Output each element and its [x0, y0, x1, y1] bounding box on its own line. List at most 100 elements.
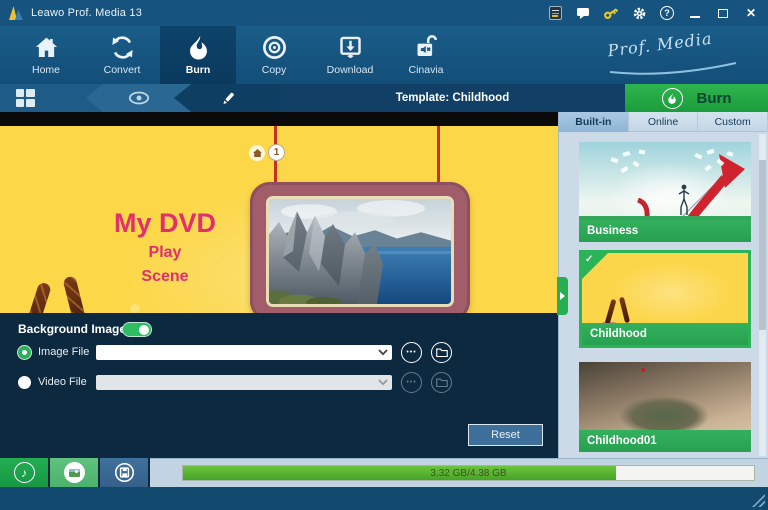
folder-icon [436, 347, 448, 357]
template-thumb-childhood01[interactable]: Childhood01 [579, 362, 751, 452]
background-image-button[interactable] [50, 458, 98, 487]
brand-swoosh [608, 62, 738, 76]
dvd-menu-scene-button[interactable]: Scene [75, 268, 255, 286]
tab-built-in[interactable]: Built-in [559, 112, 629, 132]
template-name: Childhood01 [579, 430, 751, 452]
image-file-input[interactable] [96, 345, 392, 360]
home-icon [33, 34, 60, 61]
template-thumb-childhood-selected[interactable]: ✓ Childhood [579, 250, 751, 348]
nav-label: Home [32, 64, 60, 76]
thumb-art-figure [677, 184, 691, 218]
tab-online[interactable]: Online [629, 112, 699, 132]
image-icon [64, 462, 85, 483]
nav-item-download[interactable]: Download [312, 26, 388, 84]
image-open-folder-button[interactable] [431, 342, 452, 363]
close-icon[interactable]: ✕ [742, 5, 760, 21]
dvd-menu-title[interactable]: My DVD [75, 208, 255, 239]
template-name-label: Template: Childhood [396, 92, 510, 104]
nav-item-cinavia[interactable]: Cinavia [388, 26, 464, 84]
main-navbar: Home Convert Burn Copy Download Cinavia … [0, 26, 768, 84]
template-thumb-business[interactable]: Business [579, 142, 751, 242]
reset-button[interactable]: Reset [468, 424, 543, 446]
nav-item-convert[interactable]: Convert [84, 26, 160, 84]
video-open-folder-button[interactable] [431, 372, 452, 393]
nav-item-copy[interactable]: Copy [236, 26, 312, 84]
folder-icon [436, 377, 448, 387]
image-file-label[interactable]: Image File [38, 346, 93, 358]
home-menu-badge[interactable] [249, 145, 265, 161]
nav-label: Convert [104, 64, 141, 76]
image-file-radio[interactable] [18, 346, 31, 359]
sidebar-collapse-arrow[interactable] [557, 277, 568, 315]
video-browse-ellipsis-button[interactable]: ••• [401, 372, 422, 393]
template-band: Template: Childhood [280, 84, 625, 112]
video-file-label[interactable]: Video File [38, 376, 93, 388]
dvd-menu-play-button[interactable]: Play [75, 244, 255, 262]
template-tabbar: Built-in Online Custom [559, 112, 768, 132]
background-image-title: Background Image [18, 322, 126, 336]
image-file-combobox[interactable] [96, 345, 392, 360]
pencil-icon [220, 90, 237, 107]
disc-capacity-text: 3.32 GB/4.38 GB [183, 466, 754, 480]
templates-grid-icon[interactable] [16, 89, 35, 107]
copy-disc-icon [261, 34, 288, 61]
video-thumbnail-photo [266, 196, 454, 307]
home-badge-icon [253, 149, 262, 157]
frame-string-right [437, 126, 440, 186]
edit-mode-button[interactable] [174, 84, 282, 112]
cinavia-lock-icon [413, 34, 440, 61]
brand-script-text: Prof. Media [589, 27, 730, 63]
sidebar-scrollbar-track[interactable] [759, 134, 766, 456]
content-area: 1 My DVD Play Scene Background Image Ima… [0, 112, 768, 458]
image-browse-ellipsis-button[interactable]: ••• [401, 342, 422, 363]
nav-item-home[interactable]: Home [8, 26, 84, 84]
sidebar-scrollbar-thumb[interactable] [759, 160, 766, 330]
tab-custom[interactable]: Custom [698, 112, 768, 132]
video-file-radio[interactable] [18, 376, 31, 389]
background-image-toggle[interactable] [122, 322, 152, 337]
thumb-art [641, 368, 645, 372]
minimize-icon[interactable] [686, 5, 704, 21]
download-icon [337, 34, 364, 61]
selected-check-icon: ✓ [582, 253, 608, 279]
scene-marker-badge[interactable]: 1 [268, 144, 285, 161]
video-file-input[interactable] [96, 375, 392, 390]
chevron-down-icon [378, 379, 388, 386]
device-icon[interactable] [546, 5, 564, 21]
thumb-art-confetti [609, 148, 739, 182]
burn-button-label: Burn [697, 90, 732, 107]
template-sidebar: Built-in Online Custom [558, 112, 768, 458]
video-file-combobox[interactable] [96, 375, 392, 390]
app-title: Leawo Prof. Media 13 [31, 7, 142, 19]
editor-toolbar: Template: Childhood Burn [0, 84, 768, 112]
help-icon[interactable]: ? [658, 5, 676, 21]
music-note-icon: ♪ [14, 462, 35, 483]
background-music-button[interactable]: ♪ [0, 458, 48, 487]
nav-label: Burn [186, 64, 211, 76]
feedback-bubble-icon[interactable] [574, 5, 592, 21]
nav-item-burn[interactable]: Burn [160, 26, 236, 84]
eye-icon [128, 91, 150, 105]
settings-gear-icon[interactable] [630, 5, 648, 21]
statusbar: ♪ 3.32 GB/4.38 GB [0, 458, 768, 487]
disc-capacity-bar: 3.32 GB/4.38 GB [182, 465, 755, 481]
template-thumb-childhood[interactable]: ✓ Childhood [582, 253, 748, 345]
video-file-row: Video File ••• [18, 374, 452, 390]
nav-label: Download [327, 64, 374, 76]
menu-preview: 1 My DVD Play Scene [0, 112, 558, 313]
menu-canvas[interactable]: 1 My DVD Play Scene [0, 126, 558, 313]
video-thumbnail-frame[interactable] [250, 182, 470, 313]
template-name: Business [579, 220, 751, 242]
nav-label: Cinavia [408, 64, 443, 76]
burn-button[interactable]: Burn [625, 84, 768, 112]
decor-dot [130, 304, 140, 313]
register-key-icon[interactable] [602, 5, 620, 21]
resize-grip[interactable] [752, 494, 765, 507]
convert-icon [109, 34, 136, 61]
editor-column: 1 My DVD Play Scene Background Image Ima… [0, 112, 558, 458]
nav-label: Copy [262, 64, 287, 76]
save-template-button[interactable] [100, 458, 148, 487]
maximize-icon[interactable] [714, 5, 732, 21]
template-name: Childhood [582, 323, 748, 345]
decor-drumstick [21, 281, 52, 313]
